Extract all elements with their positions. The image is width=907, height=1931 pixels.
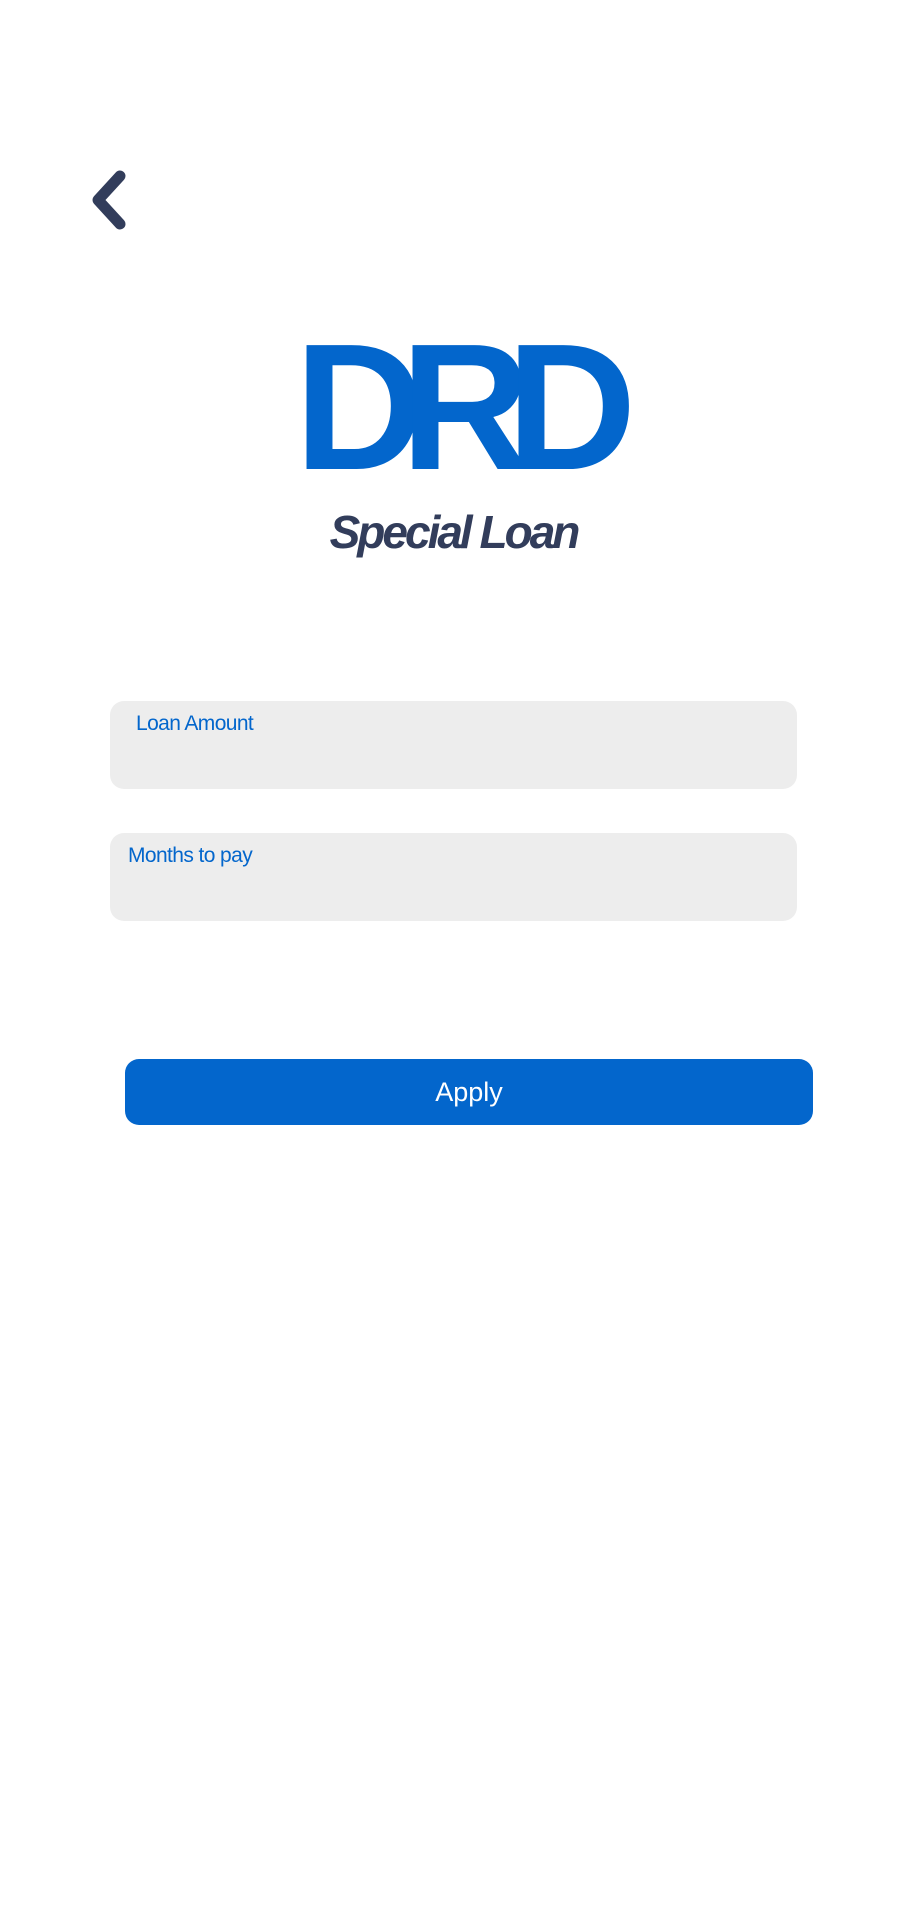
apply-button[interactable]: Apply <box>125 1059 813 1125</box>
months-to-pay-field[interactable]: Months to pay <box>110 833 797 921</box>
months-to-pay-input[interactable] <box>128 873 779 911</box>
loan-amount-field[interactable]: Loan Amount <box>110 701 797 789</box>
chevron-left-icon <box>90 170 130 230</box>
page-title: Special Loan <box>329 506 581 558</box>
loan-amount-input[interactable] <box>128 741 779 779</box>
back-button[interactable] <box>80 165 140 235</box>
loan-amount-label: Loan Amount <box>136 712 254 735</box>
brand-logo: DRD <box>294 307 637 508</box>
months-to-pay-label: Months to pay <box>128 844 253 867</box>
